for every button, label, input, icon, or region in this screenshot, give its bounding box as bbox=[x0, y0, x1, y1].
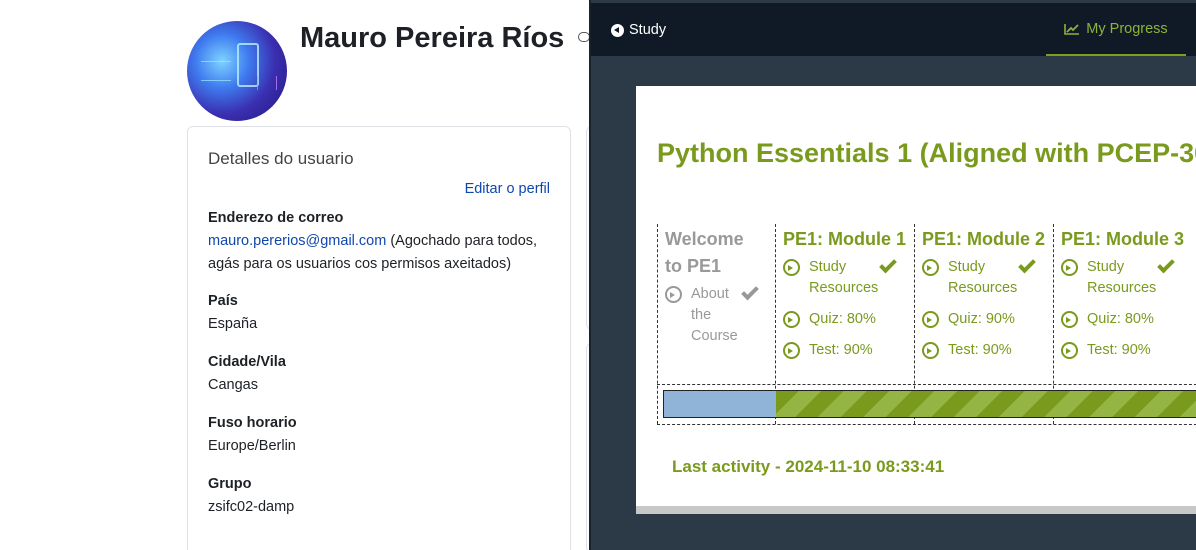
module-item-quiz[interactable]: Quiz: 80% bbox=[783, 309, 876, 330]
field-value: Cangas bbox=[208, 377, 258, 393]
item-label: Study Resources bbox=[809, 259, 879, 296]
module-item-test[interactable]: Test: 90% bbox=[1061, 340, 1151, 361]
study-panel: Study My Progress Python Essentials 1 (A… bbox=[589, 0, 1196, 550]
country-field: País España bbox=[208, 290, 558, 336]
course-progress-bar bbox=[663, 390, 1196, 418]
progress-segment-welcome bbox=[664, 391, 776, 417]
field-label: Fuso horario bbox=[208, 415, 297, 431]
module-title: PE1: Module 2 bbox=[922, 229, 1046, 249]
last-activity: Last activity - 2024-11-10 08:33:41 bbox=[672, 457, 945, 476]
avatar-decoration bbox=[237, 43, 259, 87]
course-title: Python Essentials 1 (Aligned with PCEP-3… bbox=[657, 138, 1196, 168]
module-item-quiz[interactable]: Quiz: 80% bbox=[1061, 309, 1154, 330]
arrow-circle-right-icon bbox=[1061, 342, 1078, 359]
divider bbox=[657, 424, 1196, 425]
divider bbox=[657, 384, 1196, 385]
email-link[interactable]: mauro.pererios@gmail.com bbox=[208, 233, 386, 249]
arrow-circle-right-icon bbox=[783, 259, 800, 276]
arrow-circle-right-icon bbox=[783, 311, 800, 328]
study-button[interactable]: Study bbox=[611, 22, 666, 38]
item-label: Study Resources bbox=[1087, 259, 1157, 296]
arrow-circle-left-icon bbox=[611, 23, 624, 37]
module-item-test[interactable]: Test: 90% bbox=[922, 340, 1012, 361]
profile-name: Mauro Pereira Ríos bbox=[300, 22, 565, 54]
check-icon bbox=[741, 282, 759, 301]
arrow-circle-right-icon bbox=[922, 259, 939, 276]
field-label: Enderezo de correo bbox=[208, 210, 344, 226]
item-label: Test: 90% bbox=[948, 342, 1012, 358]
module-item-about[interactable]: About the Course bbox=[665, 284, 738, 347]
item-label: Quiz: 90% bbox=[948, 311, 1015, 327]
item-label: Quiz: 80% bbox=[1087, 311, 1154, 327]
progress-segment-modules bbox=[776, 391, 1196, 417]
panel-topbar: Study My Progress bbox=[591, 3, 1196, 56]
user-avatar bbox=[187, 21, 287, 121]
field-value: España bbox=[208, 316, 258, 332]
module-item-study-resources[interactable]: Study Resources bbox=[783, 257, 878, 299]
line-chart-icon bbox=[1064, 23, 1080, 35]
arrow-circle-right-icon bbox=[1061, 311, 1078, 328]
arrow-circle-right-icon bbox=[783, 342, 800, 359]
check-icon bbox=[1157, 255, 1175, 274]
timezone-field: Fuso horario Europe/Berlin bbox=[208, 412, 558, 458]
study-label: Study bbox=[629, 22, 667, 38]
arrow-circle-right-icon bbox=[922, 311, 939, 328]
avatar-decoration bbox=[257, 76, 277, 90]
city-field: Cidade/Vila Cangas bbox=[208, 351, 558, 397]
arrow-circle-right-icon bbox=[1061, 259, 1078, 276]
item-label: Quiz: 80% bbox=[809, 311, 876, 327]
field-label: Cidade/Vila bbox=[208, 354, 286, 370]
module-title: Welcome to PE1 bbox=[665, 229, 744, 276]
tab-my-progress[interactable]: My Progress bbox=[1046, 3, 1186, 56]
tab-label: My Progress bbox=[1086, 20, 1168, 37]
card-title: Detalles do usuario bbox=[208, 149, 354, 168]
module-item-test[interactable]: Test: 90% bbox=[783, 340, 873, 361]
module-item-study-resources[interactable]: Study Resources bbox=[922, 257, 1017, 299]
arrow-circle-right-icon bbox=[922, 342, 939, 359]
item-label: About the Course bbox=[691, 286, 738, 344]
module-title: PE1: Module 3 bbox=[1061, 229, 1185, 249]
module-item-study-resources[interactable]: Study Resources bbox=[1061, 257, 1156, 299]
field-value: mauro.pererios@gmail.com (Agochado para … bbox=[208, 230, 558, 276]
progress-content: Python Essentials 1 (Aligned with PCEP-3… bbox=[636, 86, 1196, 514]
user-details-card: Detalles do usuario Editar o perfil Ende… bbox=[187, 126, 571, 550]
check-icon bbox=[1018, 255, 1036, 274]
group-field: Grupo zsifc02-damp bbox=[208, 473, 558, 519]
module-item-quiz[interactable]: Quiz: 90% bbox=[922, 309, 1015, 330]
field-label: País bbox=[208, 293, 238, 309]
avatar-decoration bbox=[201, 61, 231, 81]
field-value: Europe/Berlin bbox=[208, 438, 296, 454]
email-field: Enderezo de correo mauro.pererios@gmail.… bbox=[208, 207, 558, 276]
item-label: Test: 90% bbox=[1087, 342, 1151, 358]
field-value: zsifc02-damp bbox=[208, 499, 295, 515]
item-label: Test: 90% bbox=[809, 342, 873, 358]
item-label: Study Resources bbox=[948, 259, 1018, 296]
edit-profile-link[interactable]: Editar o perfil bbox=[465, 181, 550, 197]
check-icon bbox=[879, 255, 897, 274]
field-label: Grupo bbox=[208, 476, 252, 492]
module-title: PE1: Module 1 bbox=[783, 229, 907, 249]
arrow-circle-right-icon bbox=[665, 286, 682, 303]
